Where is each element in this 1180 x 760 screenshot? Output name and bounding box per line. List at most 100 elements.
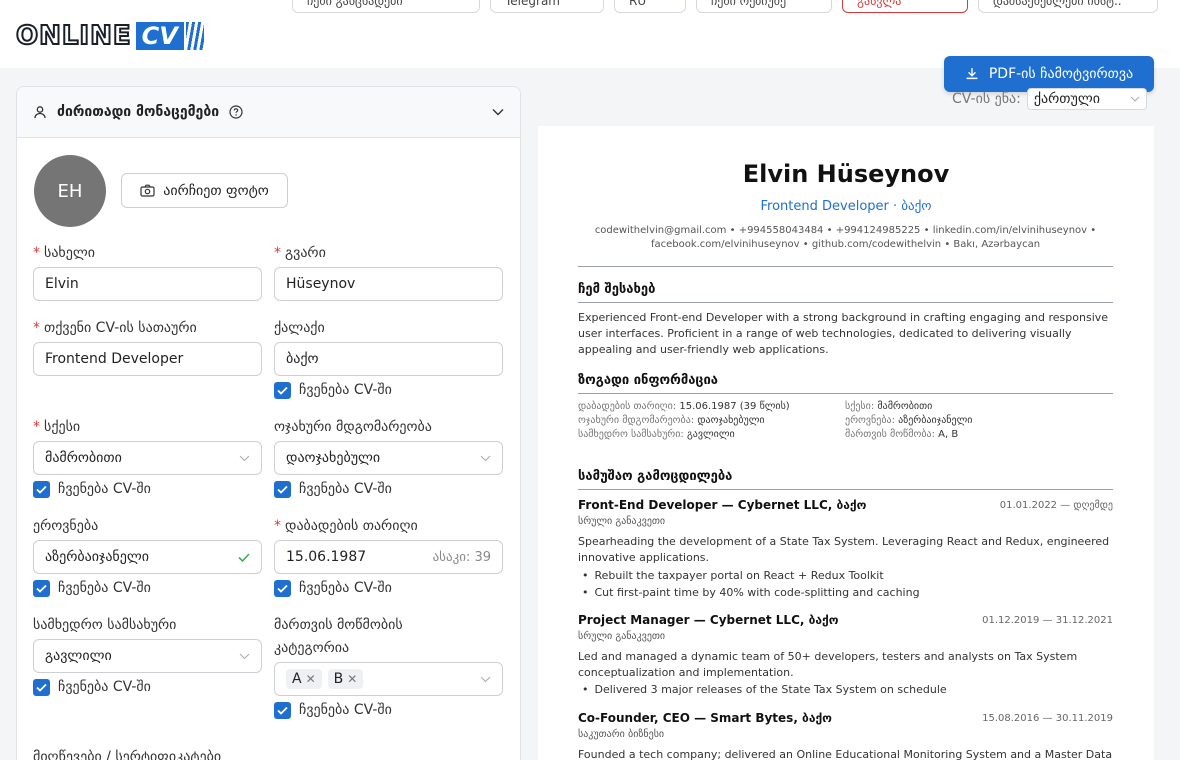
gender-field: * სქესი მამრობითი ჩვენება CV-ში	[33, 417, 262, 499]
last-name-input[interactable]: Hüseynov	[274, 267, 503, 301]
license-show-in-cv[interactable]: ჩვენება CV-ში	[274, 700, 503, 720]
birth-date-label: * დაბადების თარიღი	[274, 518, 418, 534]
first-name-input[interactable]: Elvin	[33, 267, 262, 301]
resume-preview: Elvin Hüseynov Frontend Developer · ბაქო…	[538, 126, 1154, 760]
chevron-down-icon[interactable]	[492, 108, 504, 116]
job-dates: 15.08.2016 — 30.11.2019	[982, 713, 1113, 724]
info-military: სამხედრო სამსახური: გავლილი	[578, 429, 735, 440]
checkbox-checked-icon[interactable]	[274, 480, 291, 498]
resume-role: Frontend Developer · ბაქო	[760, 199, 932, 214]
birth-date-field: * დაბადების თარიღი 15.06.1987 ასაკი: 39 ჩვ…	[274, 516, 503, 598]
license-tag: B ✕	[327, 669, 364, 689]
chevron-down-icon	[239, 653, 250, 659]
contact-github[interactable]: github.com/codewithelvin	[812, 239, 941, 250]
gender-show-in-cv[interactable]: ჩვენება CV-ში	[33, 479, 262, 499]
download-pdf-button[interactable]: PDF-ის ჩამოტვირთვა	[944, 56, 1154, 92]
nationality-field: ეროვნება აზერბაიჯანელი ჩვენება CV-ში	[33, 516, 262, 598]
job-bullet: Rebuilt the taxpayer portal on React + R…	[582, 569, 884, 582]
checkbox-checked-icon[interactable]	[274, 381, 291, 399]
nav-telegram[interactable]: Telegram	[490, 0, 604, 13]
checkbox-checked-icon[interactable]	[33, 678, 50, 696]
contact-phone-2: +994124985225	[835, 225, 921, 236]
job-type: საკუთარი ბიზნესი	[578, 729, 665, 740]
divider	[578, 393, 1113, 394]
city-show-in-cv[interactable]: ჩვენება CV-ში	[274, 380, 503, 400]
nav-logout[interactable]: გასვლა	[842, 0, 968, 13]
marital-select[interactable]: დაოჯახებული	[274, 441, 503, 475]
logo-text: ONLINE	[15, 20, 132, 52]
close-icon[interactable]: ✕	[306, 672, 316, 686]
user-icon	[34, 106, 46, 119]
license-multiselect[interactable]: A ✕ B ✕	[274, 662, 503, 696]
last-name-field: * გვარი Hüseynov	[274, 243, 503, 301]
info-license: მართვის მოწმობა: A, B	[845, 429, 959, 440]
checkbox-checked-icon[interactable]	[33, 480, 50, 498]
contact-email[interactable]: codewithelvin@gmail.com	[595, 225, 727, 236]
nav-language[interactable]: RU	[614, 0, 686, 13]
marital-show-in-cv[interactable]: ჩვენება CV-ში	[274, 479, 503, 499]
help-icon[interactable]	[229, 105, 243, 119]
job-dates: 01.01.2022 — დღემდე	[999, 500, 1113, 511]
license-tag: A ✕	[286, 669, 322, 689]
contact-phone: +994558043484	[738, 225, 824, 236]
cv-title-label: * თქვენი CV-ის სათაური	[33, 320, 197, 336]
gender-select[interactable]: მამრობითი	[33, 441, 262, 475]
last-name-label: * გვარი	[274, 245, 326, 261]
nationality-input[interactable]: აზერბაიჯანელი	[33, 540, 262, 574]
job-description: Founded a tech company; delivered an Onl…	[578, 748, 1113, 760]
logo[interactable]: ONLINE CV	[15, 20, 204, 52]
cv-language-label: CV-ის ენა:	[952, 91, 1021, 107]
info-nationality: ეროვნება: აზერბაიჯანელი	[845, 415, 973, 426]
cv-language-value: ქართული	[1033, 91, 1100, 107]
job-title: Project Manager — Cybernet LLC, ბაქო	[578, 613, 839, 627]
license-label-line2: კატეგორია	[274, 640, 350, 656]
choose-photo-button[interactable]: აირჩიეთ ფოტო	[121, 173, 288, 208]
military-show-in-cv[interactable]: ჩვენება CV-ში	[33, 677, 262, 697]
next-section-title[interactable]: მიღწევები / სერტიფიკატები	[33, 749, 221, 760]
city-label: ქალაქი	[274, 320, 325, 336]
chevron-down-icon	[480, 455, 491, 461]
contact-linkedin[interactable]: linkedin.com/in/elvinihuseynov	[933, 225, 1087, 236]
checkbox-checked-icon[interactable]	[274, 701, 291, 719]
contact-location: Bakı, Azərbaycan	[953, 239, 1041, 250]
city-input[interactable]: ბაქო	[274, 342, 503, 376]
nav-employers[interactable]: დამსაქმებლები ინსტ..	[978, 0, 1158, 13]
nationality-label: ეროვნება	[33, 518, 99, 534]
job-dates: 01.12.2019 — 31.12.2021	[982, 615, 1113, 626]
nationality-show-in-cv[interactable]: ჩვენება CV-ში	[33, 578, 262, 598]
first-name-label: * სახელი	[33, 245, 95, 261]
about-text: Experienced Front-end Developer with a s…	[578, 311, 1109, 356]
choose-photo-label: აირჩიეთ ფოტო	[163, 182, 269, 199]
basic-info-header[interactable]: ძირითადი მონაცემები	[17, 87, 520, 138]
job-bullet: Cut first-paint time by 40% with code-sp…	[582, 586, 920, 599]
chevron-down-icon	[480, 676, 491, 682]
info-gender: სქესი: მამრობითი	[845, 401, 933, 412]
resume-contacts: codewithelvin@gmail.com • +994558043484 …	[594, 225, 1097, 250]
divider	[578, 302, 1113, 303]
close-icon[interactable]: ✕	[347, 672, 357, 686]
checkbox-checked-icon[interactable]	[33, 579, 50, 597]
download-pdf-label: PDF-ის ჩამოტვირთვა	[988, 66, 1134, 82]
general-heading: ზოგადი ინფორმაცია	[578, 373, 719, 388]
resume-name: Elvin Hüseynov	[742, 160, 950, 188]
check-icon	[238, 552, 250, 562]
cv-language-row: CV-ის ენა: ქართული	[952, 88, 1147, 110]
marital-label: ოჯახური მდგომარეობა	[274, 419, 432, 435]
basic-info-title: ძირითადი მონაცემები	[57, 104, 220, 120]
military-select[interactable]: გავლილი	[33, 639, 262, 673]
download-icon	[966, 68, 978, 80]
nav-my-ads[interactable]: ჩემი განცხადები	[292, 0, 480, 13]
birth-date-show-in-cv[interactable]: ჩვენება CV-ში	[274, 578, 503, 598]
job-type: სრული განაკვეთი	[578, 631, 666, 642]
cv-title-input[interactable]: Frontend Developer	[33, 342, 262, 376]
chevron-down-icon	[239, 455, 250, 461]
avatar: EH	[34, 155, 106, 227]
nav-my-resume[interactable]: ჩემი რეზიუმე	[696, 0, 832, 13]
contact-facebook[interactable]: facebook.com/elvinihuseynov	[651, 239, 800, 250]
cv-language-select[interactable]: ქართული	[1026, 88, 1147, 110]
gender-label: * სქესი	[33, 419, 81, 435]
checkbox-checked-icon[interactable]	[274, 579, 291, 597]
job-type: სრული განაკვეთი	[578, 516, 666, 527]
job-description: Spearheading the development of a State …	[578, 535, 1110, 564]
birth-date-input[interactable]: 15.06.1987 ასაკი: 39	[274, 540, 503, 574]
